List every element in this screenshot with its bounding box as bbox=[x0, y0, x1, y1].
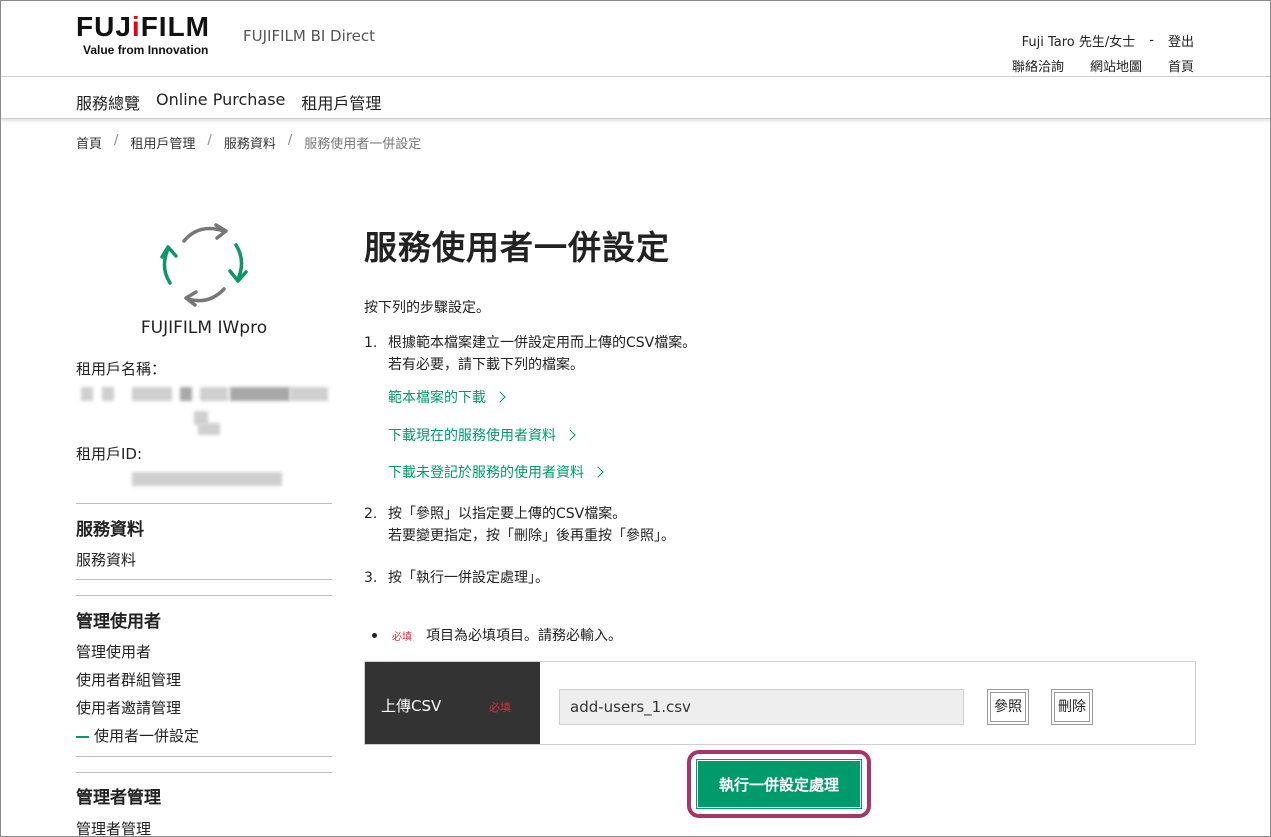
browse-button[interactable]: 參照 bbox=[987, 689, 1029, 725]
tenant-name-label: 租用戶名稱： bbox=[76, 360, 167, 378]
divider bbox=[76, 756, 332, 757]
step-1: 1. 根據範本檔案建立一併設定用而上傳的CSV檔案。 若有必要，請下載下列的檔案。 bbox=[364, 335, 697, 373]
logo-tagline: Value from Innovation bbox=[83, 43, 209, 57]
user-area: Fuji Taro 先生/女士 - 登出 聯絡洽詢 網站地圖 首頁 bbox=[1012, 31, 1194, 75]
site-header: FUJiFILM Value from Innovation FUJIFILM … bbox=[1, 1, 1270, 77]
logout-link[interactable]: 登出 bbox=[1168, 31, 1194, 50]
sidebar-item-user-groups[interactable]: 使用者群組管理 bbox=[76, 669, 181, 690]
delete-button[interactable]: 刪除 bbox=[1051, 689, 1093, 725]
intro-text: 按下列的步驟設定。 bbox=[364, 300, 490, 316]
chevron-right-icon bbox=[592, 466, 604, 478]
tenant-id-label: 租用戶ID: bbox=[76, 445, 143, 463]
bullet-icon bbox=[372, 633, 377, 638]
required-note: 必填 項目為必填項目。請務必輸入。 bbox=[372, 625, 622, 645]
upload-csv-label: 上傳CSV 必填 bbox=[365, 662, 540, 744]
section-heading-service-data: 服務資料 bbox=[76, 520, 144, 540]
sitemap-link[interactable]: 網站地圖 bbox=[1090, 56, 1142, 75]
divider bbox=[76, 579, 332, 580]
nav-item-service-overview[interactable]: 服務總覽 bbox=[76, 90, 140, 114]
download-current-users-link[interactable]: 下載現在的服務使用者資料 bbox=[388, 425, 576, 445]
required-badge: 必填 bbox=[392, 631, 412, 643]
sidebar-item-bulk-user-settings[interactable]: 使用者一併設定 bbox=[76, 725, 199, 746]
sync-arrows-icon bbox=[160, 223, 248, 307]
section-heading-admin-management: 管理者管理 bbox=[76, 788, 161, 808]
upload-csv-row: 上傳CSV 必填 add-users_1.csv 參照 刪除 bbox=[364, 661, 1196, 745]
app-name: FUJIFILM IWpro bbox=[140, 318, 268, 338]
user-separator: - bbox=[1149, 33, 1154, 48]
breadcrumb-tenant-management[interactable]: 租用戶管理 bbox=[130, 133, 195, 152]
divider bbox=[76, 772, 332, 773]
execute-bulk-settings-button[interactable]: 執行一併設定處理 bbox=[697, 760, 861, 808]
required-badge: 必填 bbox=[489, 701, 511, 714]
home-link[interactable]: 首頁 bbox=[1168, 56, 1194, 75]
breadcrumb-current: 服務使用者一併設定 bbox=[304, 137, 422, 152]
execute-button-highlight: 執行一併設定處理 bbox=[687, 750, 871, 818]
divider bbox=[76, 503, 332, 504]
breadcrumb-service-data[interactable]: 服務資料 bbox=[224, 133, 276, 152]
page-title: 服務使用者一併設定 bbox=[364, 228, 670, 267]
browser-frame: FUJiFILM Value from Innovation FUJIFILM … bbox=[0, 0, 1271, 837]
sidebar-item-admin-management[interactable]: 管理者管理 bbox=[76, 818, 151, 836]
nav-item-online-purchase[interactable]: Online Purchase bbox=[156, 90, 285, 114]
user-name: Fuji Taro 先生/女士 bbox=[1021, 35, 1136, 50]
sidebar-item-service-data[interactable]: 服務資料 bbox=[76, 549, 136, 570]
chevron-right-icon bbox=[564, 429, 576, 441]
nav-item-tenant-management[interactable]: 租用戶管理 bbox=[301, 90, 381, 114]
divider bbox=[76, 595, 332, 596]
section-heading-user-management: 管理使用者 bbox=[76, 612, 161, 632]
site-name: FUJIFILM BI Direct bbox=[243, 27, 375, 45]
contact-link[interactable]: 聯絡洽詢 bbox=[1012, 56, 1064, 75]
download-template-link[interactable]: 範本檔案的下載 bbox=[388, 387, 506, 407]
global-nav: 服務總覽 Online Purchase 租用戶管理 bbox=[1, 77, 1270, 119]
download-unregistered-users-link[interactable]: 下載未登記於服務的使用者資料 bbox=[388, 462, 604, 482]
tenant-id-value-redacted bbox=[132, 472, 282, 486]
sidebar-item-user-invitations[interactable]: 使用者邀請管理 bbox=[76, 697, 181, 718]
breadcrumb-home[interactable]: 首頁 bbox=[76, 133, 102, 152]
step-3: 3. 按「執行一併設定處理」。 bbox=[364, 570, 549, 586]
breadcrumb: 首頁 / 租用戶管理 / 服務資料 / 服務使用者一併設定 bbox=[76, 133, 422, 152]
step-2: 2. 按「參照」以指定要上傳的CSV檔案。 若要變更指定，按「刪除」後再重按「參照… bbox=[364, 506, 675, 544]
chevron-right-icon bbox=[494, 391, 506, 403]
file-path-field[interactable]: add-users_1.csv bbox=[559, 689, 964, 725]
fujifilm-logo[interactable]: FUJiFILM Value from Innovation bbox=[76, 13, 210, 58]
sidebar-item-manage-users[interactable]: 管理使用者 bbox=[76, 641, 151, 662]
